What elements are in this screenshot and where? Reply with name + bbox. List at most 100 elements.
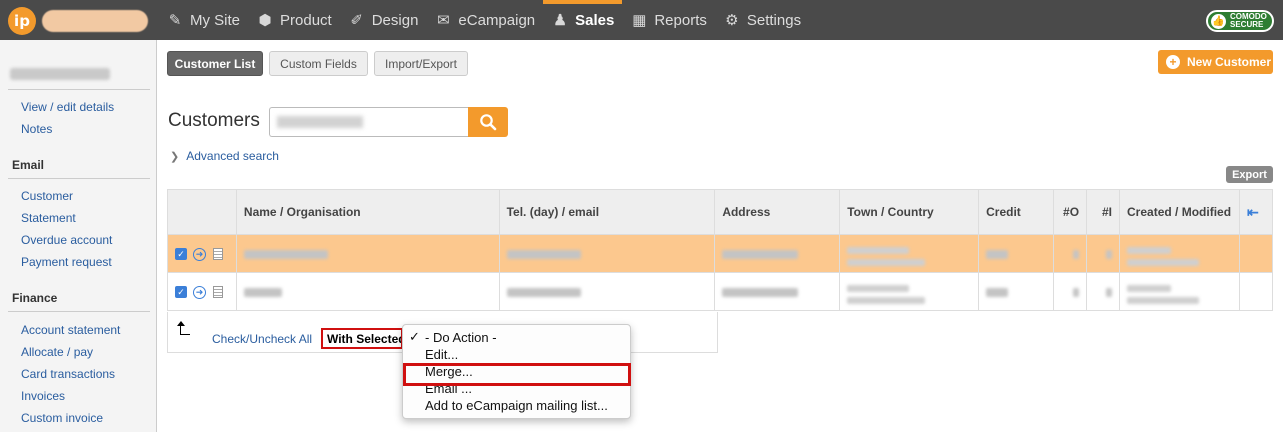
cell-address — [714, 272, 841, 311]
header-invoices[interactable]: #I — [1086, 189, 1121, 235]
row-controls: ✓ ➜ — [167, 272, 237, 311]
check-uncheck-all-link[interactable]: Check/Uncheck All — [212, 332, 312, 346]
nav-label: Reports — [654, 11, 707, 29]
sidebar-account-statement[interactable]: Account statement — [21, 323, 120, 337]
divider — [8, 311, 150, 312]
thumbs-up-icon: 👍 — [1211, 14, 1226, 29]
table-header-row: Name / Organisation Tel. (day) / email A… — [167, 189, 1274, 235]
nav-label: Settings — [746, 11, 802, 29]
nav-label: Design — [371, 11, 419, 29]
people-chart-icon: ♟ — [553, 12, 567, 29]
with-selected-label: With Selected — [321, 328, 403, 349]
arrow-right-circle-icon[interactable]: ➜ — [193, 285, 206, 299]
notes-icon[interactable] — [213, 248, 223, 261]
header-created-modified[interactable]: Created / Modified — [1119, 189, 1240, 235]
header-town-country[interactable]: Town / Country — [839, 189, 980, 235]
nav-product[interactable]: ⬢ Product — [248, 0, 340, 40]
header-name[interactable]: Name / Organisation — [235, 189, 500, 235]
header-select — [167, 189, 237, 235]
customer-name-redacted — [10, 68, 110, 80]
sidebar-email-customer[interactable]: Customer — [21, 189, 73, 203]
header-credit[interactable]: Credit — [978, 189, 1055, 235]
sidebar-heading-finance: Finance — [12, 291, 58, 305]
cell-empty — [1238, 234, 1274, 273]
header-orders[interactable]: #O — [1053, 189, 1088, 235]
nav-ecampaign[interactable]: ✉ eCampaign — [426, 0, 543, 40]
search-icon — [480, 114, 497, 131]
dropdown-option-edit[interactable]: Edit... — [425, 347, 458, 362]
cell-tel — [498, 272, 716, 311]
nav-label: eCampaign — [458, 11, 536, 29]
table-row[interactable]: ✓ ➜ — [167, 272, 1274, 311]
sidebar-card-transactions[interactable]: Card transactions — [21, 367, 115, 381]
export-button[interactable]: Export — [1226, 166, 1273, 183]
notes-icon[interactable] — [213, 286, 223, 299]
customer-table: Name / Organisation Tel. (day) / email A… — [167, 189, 1274, 311]
cell-created — [1119, 234, 1240, 273]
sidebar-view-edit-details[interactable]: View / edit details — [21, 100, 114, 114]
do-action-dropdown[interactable]: ✓ - Do Action - Edit... Merge... Email .… — [402, 324, 631, 419]
cell-empty — [1238, 272, 1274, 311]
advanced-search-label: Advanced search — [186, 149, 279, 163]
cell-invoices — [1086, 234, 1121, 273]
nav-settings[interactable]: ⚙ Settings — [715, 0, 809, 40]
nav-reports[interactable]: ▦ Reports — [622, 0, 715, 40]
dropdown-option-add-to-ecampaign[interactable]: Add to eCampaign mailing list... — [425, 398, 608, 413]
divider — [8, 89, 150, 90]
nav-label: My Site — [190, 11, 241, 29]
cell-name — [235, 234, 500, 273]
cell-name — [235, 272, 500, 311]
header-address[interactable]: Address — [714, 189, 841, 235]
sidebar-email-statement[interactable]: Statement — [21, 211, 76, 225]
bar-chart-icon: ▦ — [632, 12, 647, 29]
header-collapse[interactable]: ⇤ — [1238, 189, 1274, 235]
top-navigation-bar: ip ✎ My Site ⬢ Product ✐ Design ✉ eCampaign … — [0, 0, 1283, 40]
nav-label: Product — [280, 11, 332, 29]
table-row[interactable]: ✓ ➜ — [167, 234, 1274, 273]
cell-invoices — [1086, 272, 1121, 311]
sidebar-email-overdue-account[interactable]: Overdue account — [21, 233, 112, 247]
cell-town — [839, 272, 980, 311]
header-tel-email[interactable]: Tel. (day) / email — [498, 189, 716, 235]
row-checkbox[interactable]: ✓ — [175, 248, 187, 261]
checkmark-icon: ✓ — [409, 329, 420, 344]
divider — [8, 178, 150, 179]
page-title: Customers — [168, 110, 260, 131]
advanced-search-link[interactable]: ❯ Advanced search — [170, 149, 279, 163]
sidebar-allocate-pay[interactable]: Allocate / pay — [21, 345, 93, 359]
search-value-redacted — [277, 116, 363, 128]
logo-icon[interactable]: ip — [8, 7, 36, 35]
cell-credit — [978, 272, 1055, 311]
cell-credit — [978, 234, 1055, 273]
row-controls: ✓ ➜ — [167, 234, 237, 273]
nav-sales[interactable]: ♟ Sales — [543, 0, 623, 40]
account-name-pill[interactable] — [42, 10, 148, 32]
row-checkbox[interactable]: ✓ — [175, 286, 187, 299]
tab-custom-fields[interactable]: Custom Fields — [269, 51, 368, 76]
tab-customer-list[interactable]: Customer List — [167, 51, 263, 76]
cell-address — [714, 234, 841, 273]
badge-line2: SECURE — [1230, 20, 1264, 29]
nav-design[interactable]: ✐ Design — [340, 0, 427, 40]
new-customer-button[interactable]: + New Customer — [1158, 50, 1273, 74]
dropdown-option-do-action[interactable]: - Do Action - — [425, 330, 497, 345]
arrow-right-circle-icon[interactable]: ➜ — [193, 247, 206, 261]
sidebar-notes[interactable]: Notes — [21, 122, 52, 136]
new-customer-label: New Customer — [1187, 55, 1272, 69]
cell-tel — [498, 234, 716, 273]
sidebar-custom-invoice[interactable]: Custom invoice — [21, 411, 103, 425]
cell-town — [839, 234, 980, 273]
collapse-left-icon[interactable]: ⇤ — [1247, 204, 1259, 220]
sidebar-invoices[interactable]: Invoices — [21, 389, 65, 403]
edit-icon: ✎ — [168, 12, 182, 29]
nav-my-site[interactable]: ✎ My Site — [158, 0, 248, 40]
plus-icon: + — [1166, 55, 1180, 69]
search-button[interactable] — [468, 107, 508, 137]
comodo-secure-badge: 👍 COMODO SECURE — [1206, 10, 1274, 32]
sidebar-email-payment-request[interactable]: Payment request — [21, 255, 112, 269]
sidebar-heading-email: Email — [12, 158, 45, 172]
nav-label: Sales — [575, 11, 615, 29]
pencil-ruler-icon: ✐ — [350, 12, 363, 29]
chevron-right-icon: ❯ — [170, 151, 180, 163]
tab-import-export[interactable]: Import/Export — [374, 51, 468, 76]
